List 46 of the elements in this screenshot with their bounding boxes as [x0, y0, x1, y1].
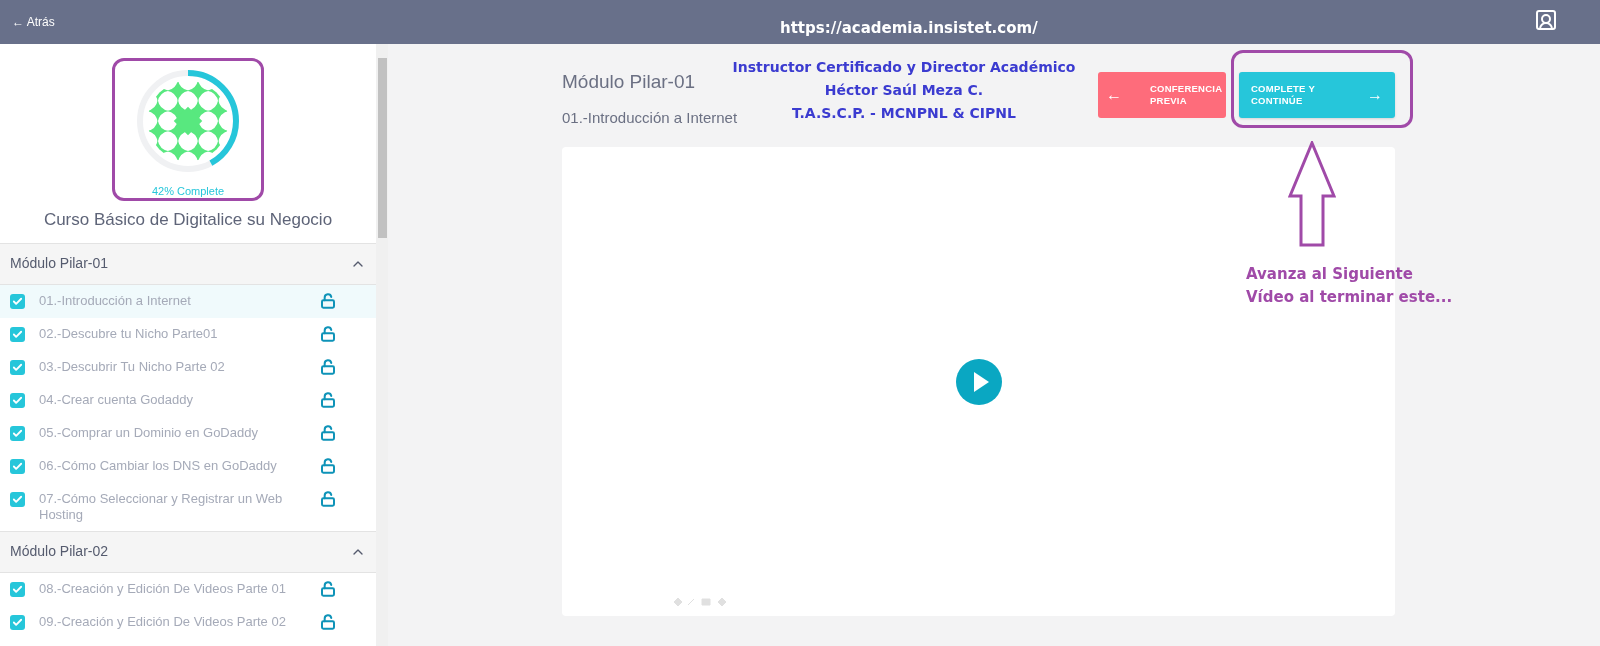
site-url: https://academia.insistet.com/	[780, 18, 1038, 39]
lesson-checkbox[interactable]	[10, 614, 25, 630]
lesson-title: 07.-Cómo Seleccionar y Registrar un Web Hosting	[39, 490, 284, 523]
unlock-icon	[320, 391, 336, 408]
lesson-title: 03.-Descubrir Tu Nicho Parte 02	[39, 358, 226, 375]
lesson-subtitle: 01.-Introducción a Internet	[562, 107, 739, 128]
lesson-title: 05.-Comprar un Dominio en GoDaddy	[39, 424, 259, 441]
back-link[interactable]: ← Atrás	[12, 13, 55, 31]
lesson-checkbox[interactable]	[10, 581, 25, 597]
progress-label: 42% Complete	[151, 184, 225, 199]
module-title: Módulo Pilar-01	[562, 70, 697, 94]
previous-button[interactable]: ← CONFERENCIA PREVIA	[1098, 72, 1226, 118]
lesson-checkbox[interactable]	[10, 458, 25, 474]
instructor-credit: Instructor Certificado y Director Académico	[732, 58, 1076, 77]
unlock-icon	[320, 457, 336, 474]
unlock-icon	[320, 490, 336, 507]
lesson-title: 02.-Descubre tu Nicho Parte01	[39, 325, 219, 342]
scrollbar[interactable]	[376, 44, 388, 646]
video-controls-icon[interactable]	[674, 598, 726, 606]
user-icon[interactable]	[1534, 8, 1558, 32]
instructor-credit: T.A.S.C.P. - MCNPNL & CIPNL	[792, 104, 1016, 123]
unlock-icon	[320, 613, 336, 630]
lesson-title: 08.-Creación y Edición De Videos Parte 01	[39, 580, 287, 597]
lesson-checkbox[interactable]	[10, 491, 25, 507]
course-title: Curso Básico de Digitalice su Negocio	[43, 209, 333, 231]
unlock-icon	[320, 292, 336, 309]
unlock-icon	[320, 580, 336, 597]
complete-continue-button[interactable]: COMPLETE Y CONTINÚE →	[1239, 72, 1395, 118]
unlock-icon	[320, 358, 336, 375]
lesson-title: 04.-Crear cuenta Godaddy	[39, 391, 194, 408]
lesson-title: 09.-Creación y Edición De Videos Parte 02	[39, 613, 287, 630]
annotation-text: Avanza al Siguiente Vídeo al terminar este...	[1246, 264, 1454, 308]
play-icon[interactable]	[955, 358, 1002, 405]
lesson-item[interactable]: 01.-Introducción a Internet	[0, 284, 376, 318]
module-header[interactable]: Módulo Pilar-01	[0, 242, 376, 285]
lesson-checkbox[interactable]	[10, 359, 25, 375]
lesson-title: 01.-Introducción a Internet	[39, 292, 192, 309]
lesson-checkbox[interactable]	[10, 326, 25, 342]
unlock-icon	[320, 424, 336, 441]
lesson-checkbox[interactable]	[10, 392, 25, 408]
module-header[interactable]: Módulo Pilar-02	[0, 530, 376, 573]
lesson-checkbox[interactable]	[10, 293, 25, 309]
instructor-credit: Héctor Saúl Meza C.	[824, 81, 984, 100]
lesson-title: 06.-Cómo Cambiar los DNS en GoDaddy	[39, 457, 278, 474]
lesson-checkbox[interactable]	[10, 425, 25, 441]
unlock-icon	[320, 325, 336, 342]
